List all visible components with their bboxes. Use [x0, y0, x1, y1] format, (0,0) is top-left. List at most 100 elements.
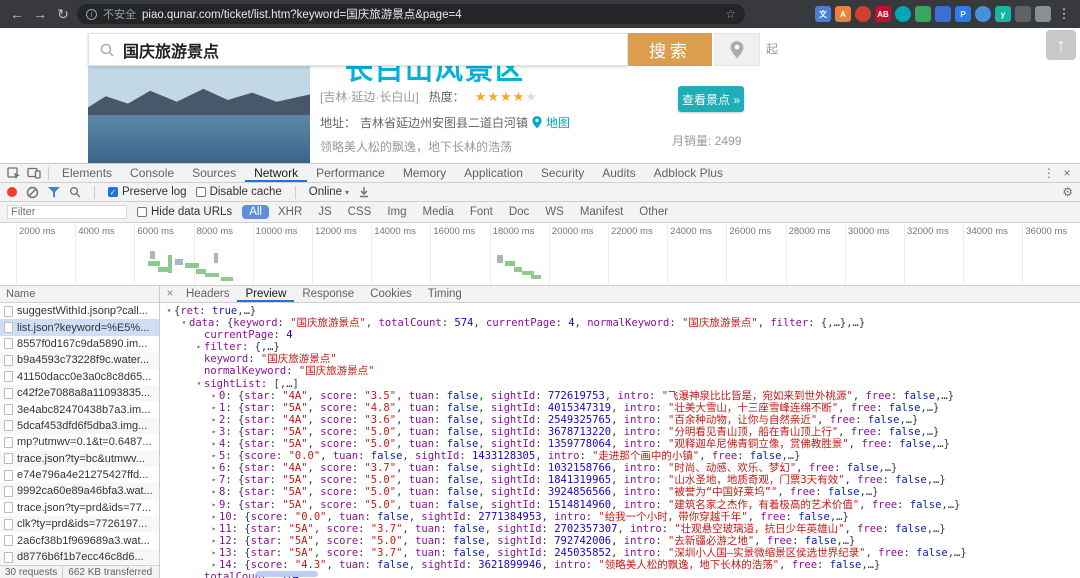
json-tree-row[interactable]: ▸ 9: {star: "5A", score: "5.0", tuan: fal…: [160, 499, 1080, 511]
request-row[interactable]: clk?ty=prd&ids=7726197...: [0, 516, 159, 533]
detail-tab-headers[interactable]: Headers: [178, 286, 237, 302]
filter-type-js[interactable]: JS: [311, 205, 338, 219]
json-tree-row[interactable]: ▸ 3: {star: "5A", score: "5.0", tuan: fal…: [160, 426, 1080, 438]
back-icon[interactable]: ←: [8, 6, 26, 22]
preserve-log-checkbox[interactable]: ✓ Preserve log: [108, 186, 187, 198]
json-tree-row[interactable]: ▸ 12: {star: "5A", score: "5.0", tuan: fa…: [160, 535, 1080, 547]
forward-icon[interactable]: →: [31, 6, 49, 22]
filter-type-ws[interactable]: WS: [538, 205, 571, 219]
adblock-extension-icon[interactable]: [855, 6, 871, 22]
filter-type-manifest[interactable]: Manifest: [573, 205, 630, 219]
devtools-tab-network[interactable]: Network: [245, 164, 307, 182]
json-tree-row[interactable]: keyword: "国庆旅游景点": [160, 353, 1080, 365]
abp-extension-icon[interactable]: AB: [875, 6, 891, 22]
filter-type-all[interactable]: All: [242, 205, 269, 219]
json-tree-row[interactable]: ▾ sightList: [,…]: [160, 378, 1080, 390]
horizontal-scrollbar[interactable]: [256, 571, 318, 577]
address-bar[interactable]: i 不安全 piao.qunar.com/ticket/list.htm?key…: [77, 4, 745, 24]
json-tree-row[interactable]: currentPage: 4: [160, 329, 1080, 341]
request-row[interactable]: 5dcaf453dfd6f5dba3.img...: [0, 417, 159, 435]
json-tree-row[interactable]: ▸ 8: {star: "5A", score: "5.0", tuan: fal…: [160, 486, 1080, 498]
map-link[interactable]: 地图: [546, 114, 570, 131]
json-tree-row[interactable]: ▸ 10: {score: "0.0", tuan: false, sightId…: [160, 511, 1080, 523]
request-row[interactable]: b9a4593c73228f9c.water...: [0, 352, 159, 369]
filter-funnel-icon[interactable]: [48, 186, 60, 198]
circle-extension-icon[interactable]: [975, 6, 991, 22]
y-extension-icon[interactable]: y: [995, 6, 1011, 22]
detail-tab-preview[interactable]: Preview: [237, 286, 294, 302]
filter-type-font[interactable]: Font: [463, 205, 500, 219]
request-row[interactable]: trace.json?ty=prd&ids=77...: [0, 500, 159, 516]
search-box[interactable]: [88, 33, 628, 66]
json-tree-row[interactable]: ▸ filter: {,…}: [160, 341, 1080, 353]
request-row[interactable]: suggestWithId.jsonp?call...: [0, 303, 159, 319]
throttling-select[interactable]: Online ▾: [309, 186, 349, 198]
request-row[interactable]: 41150dacc0e3a0c8c8d65...: [0, 369, 159, 385]
puzzle-extension-icon[interactable]: [1035, 6, 1051, 22]
request-row[interactable]: c42f2e7088a8a11093835...: [0, 384, 159, 402]
record-button[interactable]: [7, 187, 17, 197]
request-row[interactable]: d8776b6f1b7ecc46c8d6...: [0, 548, 159, 565]
hide-data-urls-checkbox[interactable]: Hide data URLs: [137, 206, 232, 218]
inspect-element-icon[interactable]: [4, 166, 24, 180]
disable-cache-checkbox[interactable]: Disable cache: [195, 186, 282, 198]
network-filter-input[interactable]: [7, 205, 127, 219]
request-row[interactable]: list.json?keyword=%E5%...: [0, 319, 159, 336]
back-to-top-button[interactable]: ↑: [1046, 30, 1076, 60]
p-extension-icon[interactable]: P: [955, 6, 971, 22]
json-tree-row[interactable]: ▸ 0: {star: "4A", score: "3.5", tuan: fal…: [160, 390, 1080, 402]
request-row[interactable]: 2a6cf38b1f969689a3.wat...: [0, 532, 159, 548]
json-tree-row[interactable]: normalKeyword: "国庆旅游景点": [160, 365, 1080, 377]
devtools-menu-icon[interactable]: ⋮: [1040, 166, 1058, 180]
browser-menu-icon[interactable]: ⋮: [1056, 6, 1072, 22]
devtools-tab-audits[interactable]: Audits: [593, 164, 644, 182]
devtools-tab-elements[interactable]: Elements: [53, 164, 121, 182]
network-settings-gear-icon[interactable]: ⚙: [1062, 185, 1073, 199]
devtools-close-icon[interactable]: ×: [1058, 166, 1076, 180]
translate-extension-icon[interactable]: 文: [815, 6, 831, 22]
json-tree-row[interactable]: ▸ 2: {star: "4A", score: "3.6", tuan: fal…: [160, 414, 1080, 426]
request-row[interactable]: mp?utmwv=0.1&t=0.6487...: [0, 434, 159, 450]
json-tree-row[interactable]: ▾ data: {keyword: "国庆旅游景点", totalCount: 5…: [160, 317, 1080, 329]
sight-photo[interactable]: [88, 66, 310, 163]
close-detail-icon[interactable]: ×: [162, 288, 178, 300]
search-button[interactable]: 搜索: [628, 33, 712, 66]
detail-tab-timing[interactable]: Timing: [420, 286, 470, 302]
devtools-tab-sources[interactable]: Sources: [183, 164, 245, 182]
name-column-header[interactable]: Name: [0, 286, 159, 303]
request-row[interactable]: 9992ca60e89a46bfa3.wat...: [0, 483, 159, 500]
grid-extension-icon[interactable]: [915, 6, 931, 22]
json-tree-row[interactable]: ▸ 4: {star: "5A", score: "5.0", tuan: fal…: [160, 438, 1080, 450]
search-input[interactable]: [123, 40, 617, 59]
devtools-tab-memory[interactable]: Memory: [394, 164, 455, 182]
nearby-button[interactable]: [714, 33, 760, 66]
filter-type-media[interactable]: Media: [416, 205, 461, 219]
ghostery-extension-icon[interactable]: [895, 6, 911, 22]
devtools-tab-performance[interactable]: Performance: [307, 164, 394, 182]
json-tree-row[interactable]: ▸ 7: {star: "5A", score: "5.0", tuan: fal…: [160, 474, 1080, 486]
request-row[interactable]: e74e796a4e21275427ffd...: [0, 467, 159, 483]
reader-extension-icon[interactable]: A: [835, 6, 851, 22]
json-tree-row[interactable]: ▾ {ret: true,…}: [160, 305, 1080, 317]
json-tree-row[interactable]: ▸ 13: {star: "5A", score: "3.7", tuan: fa…: [160, 547, 1080, 559]
devtools-tab-security[interactable]: Security: [532, 164, 593, 182]
security-info-icon[interactable]: i: [86, 8, 97, 20]
request-row[interactable]: 3e4abc82470438b7a3.im...: [0, 401, 159, 417]
filter-type-img[interactable]: Img: [380, 205, 413, 219]
json-tree-row[interactable]: ▸ 14: {score: "4.3", tuan: false, sightId…: [160, 559, 1080, 571]
devtools-tab-console[interactable]: Console: [121, 164, 183, 182]
filter-type-other[interactable]: Other: [632, 205, 675, 219]
request-row[interactable]: trace.json?ty=bc&utmwv...: [0, 450, 159, 467]
devtools-tab-adblock-plus[interactable]: Adblock Plus: [645, 164, 732, 182]
device-toolbar-icon[interactable]: [24, 167, 44, 179]
network-overview-timeline[interactable]: 2000 ms 4000 ms 6000 ms 8000 ms 10000 ms 1200…: [0, 223, 1080, 286]
filter-type-xhr[interactable]: XHR: [271, 205, 309, 219]
reload-icon[interactable]: ↻: [54, 6, 72, 23]
filter-type-css[interactable]: CSS: [341, 205, 379, 219]
bookmark-star-icon[interactable]: ☆: [725, 7, 736, 21]
devtools-tab-application[interactable]: Application: [455, 164, 532, 182]
json-tree-row[interactable]: ▸ 11: {star: "5A", score: "3.7", tuan: fa…: [160, 523, 1080, 535]
knight-extension-icon[interactable]: [1015, 6, 1031, 22]
json-preview[interactable]: ▾ {ret: true,…} ▾ data: {keyword: "国庆旅游景点",…: [160, 303, 1080, 578]
detail-tab-cookies[interactable]: Cookies: [362, 286, 420, 302]
